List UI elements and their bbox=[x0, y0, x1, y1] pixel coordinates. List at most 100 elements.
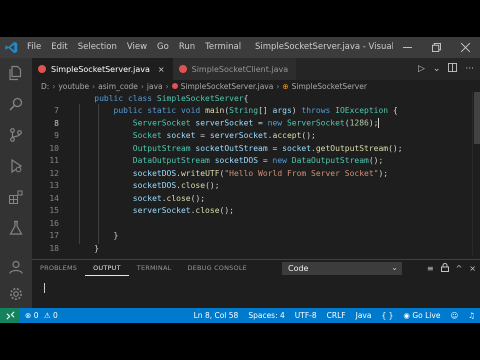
tab-simple-socket-client[interactable]: SimpleSocketClient.java bbox=[172, 58, 297, 80]
window-controls bbox=[393, 37, 480, 58]
java-status-icon[interactable]: { } bbox=[376, 308, 398, 323]
code-editor[interactable]: public class SimpleSocketServer{7 public… bbox=[32, 92, 472, 255]
line-number: 15 bbox=[49, 206, 59, 215]
menu-terminal[interactable]: Terminal bbox=[200, 37, 246, 58]
indent-guide bbox=[98, 104, 99, 244]
maximize-panel-icon[interactable]: ^ bbox=[456, 264, 463, 273]
output-channel-select[interactable]: Code ⌄ bbox=[282, 262, 402, 275]
java-file-icon bbox=[38, 65, 46, 73]
lock-scroll-icon[interactable] bbox=[440, 262, 449, 274]
go-live-button[interactable]: ◉ Go Live bbox=[398, 308, 445, 323]
notifications-bell-icon[interactable]: ♫ bbox=[463, 308, 480, 323]
scrollbar-thumb[interactable] bbox=[474, 92, 480, 144]
breadcrumb-item[interactable]: SimpleSocketServer bbox=[292, 82, 367, 91]
close-icon[interactable]: × bbox=[158, 65, 165, 74]
editor-scrollbar[interactable] bbox=[472, 92, 480, 255]
minimize-button[interactable] bbox=[393, 37, 422, 58]
code-line[interactable]: public class SimpleSocketServer{ bbox=[32, 92, 472, 104]
line-number: 7 bbox=[54, 106, 59, 115]
search-icon[interactable] bbox=[5, 93, 27, 115]
account-icon[interactable] bbox=[5, 256, 27, 278]
close-window-button[interactable] bbox=[451, 37, 480, 58]
test-flask-icon[interactable] bbox=[5, 217, 27, 239]
status-right: Ln 8, Col 58 Spaces: 4 UTF-8 CRLF Java {… bbox=[189, 308, 480, 323]
code-text: Socket socket = serverSocket.accept(); bbox=[132, 131, 316, 140]
chevron-right-icon: › bbox=[140, 81, 144, 91]
title-bar: File Edit Selection View Go Run Terminal… bbox=[0, 37, 480, 58]
panel-tab-problems[interactable]: PROBLEMS bbox=[32, 260, 85, 276]
warning-icon: ⚠ bbox=[43, 311, 51, 320]
line-ending[interactable]: CRLF bbox=[322, 308, 351, 323]
cursor-position[interactable]: Ln 8, Col 58 bbox=[189, 308, 244, 323]
menu-edit[interactable]: Edit bbox=[46, 37, 72, 58]
error-count: 0 bbox=[33, 311, 39, 320]
menu-bar: File Edit Selection View Go Run Terminal bbox=[22, 37, 246, 58]
output-cursor bbox=[44, 283, 45, 293]
extensions-icon[interactable] bbox=[5, 186, 27, 208]
error-icon: ⊗ bbox=[25, 311, 32, 320]
tab-label: SimpleSocketServer.java bbox=[51, 64, 150, 74]
panel-tab-terminal[interactable]: TERMINAL bbox=[129, 260, 180, 276]
menu-run[interactable]: Run bbox=[174, 37, 200, 58]
code-text: ServerSocket serverSocket = new ServerSo… bbox=[132, 118, 380, 128]
class-symbol-icon: ⊕ bbox=[282, 81, 289, 91]
line-number: 12 bbox=[49, 168, 59, 178]
restore-button[interactable] bbox=[422, 37, 451, 58]
problems-status[interactable]: ⊗ 0 ⚠ 0 bbox=[20, 308, 63, 323]
status-bar: ⊗ 0 ⚠ 0 Ln 8, Col 58 Spaces: 4 UTF-8 CRL… bbox=[0, 308, 480, 323]
code-text: socket.close(); bbox=[132, 193, 206, 203]
chevron-right-icon: › bbox=[92, 81, 96, 91]
breadcrumb-item[interactable]: asim_code bbox=[98, 82, 138, 91]
letterbox-bar bbox=[0, 323, 480, 360]
chevron-right-icon: › bbox=[165, 81, 169, 91]
code-text: public class SimpleSocketServer{ bbox=[94, 93, 249, 103]
panel-tab-output[interactable]: OUTPUT bbox=[85, 261, 129, 276]
line-number: 16 bbox=[49, 218, 59, 228]
remote-indicator-icon[interactable] bbox=[0, 308, 20, 323]
broadcast-icon: ◉ bbox=[403, 311, 410, 320]
menu-file[interactable]: File bbox=[22, 37, 46, 58]
chevron-right-icon: › bbox=[52, 81, 56, 91]
java-file-icon bbox=[171, 83, 178, 89]
panel-actions: ≡ ^ × bbox=[427, 260, 476, 276]
line-number: 14 bbox=[49, 193, 59, 203]
code-text: socketDOS.close(); bbox=[132, 181, 220, 190]
breadcrumb-item[interactable]: SimpleSocketServer.java bbox=[181, 82, 274, 91]
video-frame: File Edit Selection View Go Run Terminal… bbox=[0, 0, 480, 360]
more-actions-icon[interactable]: ··· bbox=[465, 64, 474, 74]
source-control-icon[interactable] bbox=[5, 124, 27, 146]
vscode-logo-icon bbox=[0, 37, 22, 58]
output-channel-value: Code bbox=[288, 264, 309, 273]
code-text: } bbox=[113, 231, 119, 240]
breadcrumb-item[interactable]: youtube bbox=[58, 82, 89, 91]
code-text: socketDOS.writeUTF("Hello World From Ser… bbox=[132, 168, 389, 178]
run-icon[interactable]: ▷ bbox=[418, 64, 425, 74]
feedback-icon[interactable]: ☺ bbox=[445, 308, 463, 323]
explorer-icon[interactable] bbox=[5, 62, 27, 84]
chevron-right-icon: › bbox=[276, 81, 280, 91]
run-debug-icon[interactable] bbox=[5, 155, 27, 177]
close-panel-icon[interactable]: × bbox=[469, 264, 476, 273]
line-number: 18 bbox=[49, 243, 59, 253]
settings-gear-icon[interactable] bbox=[5, 283, 27, 305]
menu-go[interactable]: Go bbox=[152, 37, 174, 58]
clear-output-icon[interactable]: ≡ bbox=[427, 264, 434, 273]
menu-view[interactable]: View bbox=[122, 37, 152, 58]
encoding[interactable]: UTF-8 bbox=[290, 308, 322, 323]
tab-simple-socket-server[interactable]: SimpleSocketServer.java × bbox=[32, 58, 173, 80]
tab-label: SimpleSocketClient.java bbox=[191, 64, 289, 74]
vscode-window: File Edit Selection View Go Run Terminal… bbox=[0, 37, 480, 323]
line-number: 17 bbox=[49, 231, 59, 240]
code-text: } bbox=[94, 243, 100, 253]
code-text: DataOutputStream socketDOS = new DataOut… bbox=[132, 156, 384, 165]
indentation[interactable]: Spaces: 4 bbox=[243, 308, 289, 323]
panel-tabs: PROBLEMS OUTPUT TERMINAL DEBUG CONSOLE bbox=[32, 260, 255, 276]
chevron-down-icon[interactable]: ⌄ bbox=[433, 64, 441, 74]
language-mode[interactable]: Java bbox=[351, 308, 377, 323]
editor-actions: ▷ ⌄ ··· bbox=[418, 58, 474, 80]
split-editor-icon[interactable] bbox=[448, 63, 458, 75]
menu-selection[interactable]: Selection bbox=[73, 37, 122, 58]
breadcrumb-item[interactable]: D: bbox=[41, 82, 49, 91]
breadcrumb-item[interactable]: java bbox=[147, 82, 163, 91]
panel-tab-debug-console[interactable]: DEBUG CONSOLE bbox=[179, 260, 255, 276]
